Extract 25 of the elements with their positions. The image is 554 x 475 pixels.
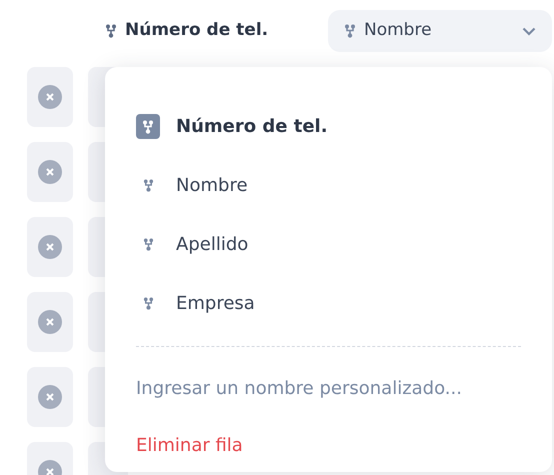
close-icon [38,385,62,409]
close-icon [38,310,62,334]
remove-row-button[interactable] [27,217,73,277]
close-icon [38,85,62,109]
menu-item[interactable]: Apellido [136,215,521,274]
branch-icon [142,238,154,251]
branch-icon [142,297,154,310]
delete-row-option[interactable]: Eliminar fila [136,417,521,474]
remove-row-button[interactable] [27,142,73,202]
branch-icon [344,24,356,38]
custom-name-option[interactable]: Ingresar un nombre personalizado... [136,360,521,417]
field-dropdown[interactable]: Nombre [328,10,552,52]
chevron-down-icon [522,26,536,36]
branch-icon [136,114,160,139]
column-label: Número de tel. [125,19,268,42]
menu-item[interactable]: Número de tel. [136,97,521,156]
menu-item[interactable]: Empresa [136,274,521,333]
close-icon [38,160,62,184]
remove-row-button[interactable] [27,67,73,127]
menu-item[interactable]: Nombre [136,156,521,215]
remove-row-button[interactable] [27,292,73,352]
remove-row-button[interactable] [27,367,73,427]
branch-icon [142,179,154,192]
branch-icon [105,24,117,38]
close-icon [38,235,62,259]
